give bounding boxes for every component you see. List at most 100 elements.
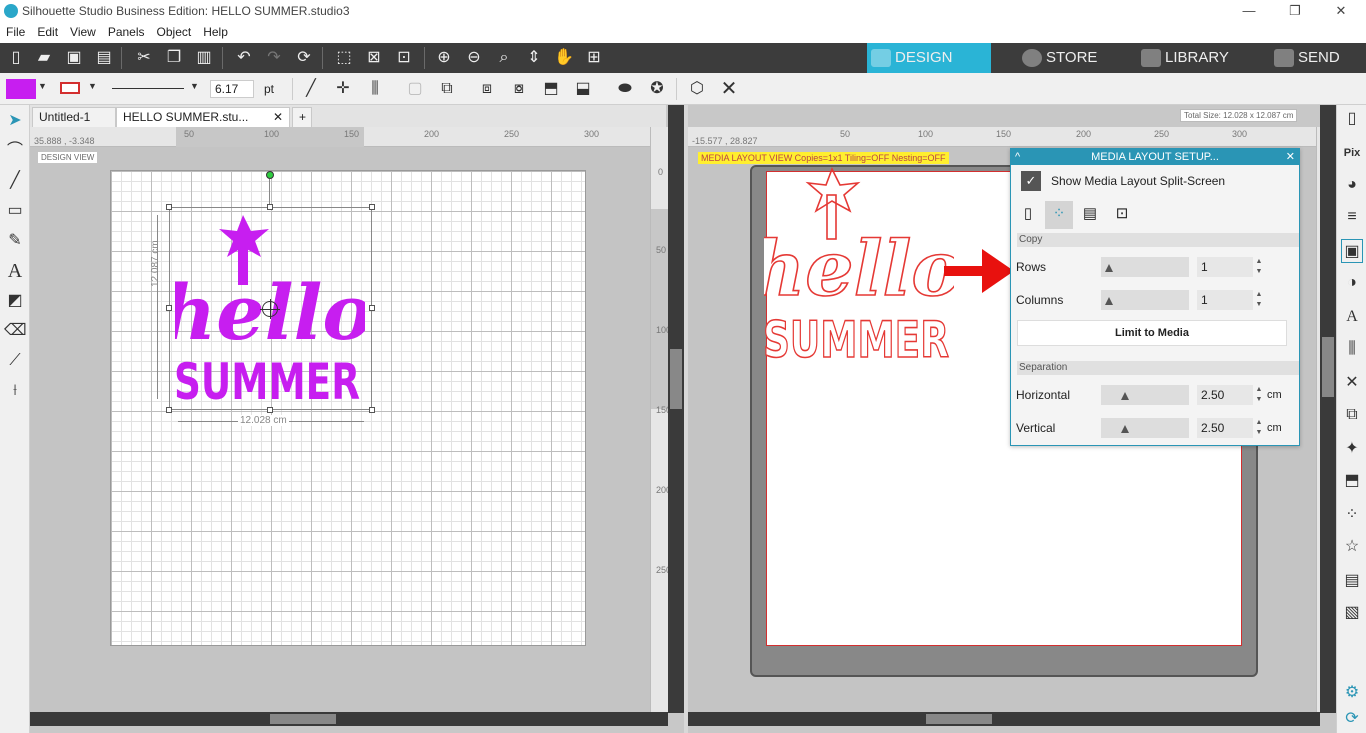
resize-handle-t[interactable] bbox=[267, 204, 273, 210]
menu-file[interactable]: File bbox=[0, 23, 31, 39]
trace-dots-icon[interactable]: ⁘ bbox=[1341, 503, 1363, 527]
text-tool-icon[interactable]: A bbox=[4, 259, 26, 283]
hello-summer-artwork-media[interactable]: hello SUMMER bbox=[764, 167, 954, 363]
zoom-select-icon[interactable]: ⌕ bbox=[492, 47, 516, 69]
weld-icon[interactable]: ⬬ bbox=[614, 78, 636, 100]
pan-hand-icon[interactable]: ✋ bbox=[552, 47, 576, 69]
fill-color-dropdown-icon[interactable]: ▼ bbox=[38, 81, 47, 91]
columns-input[interactable]: 1 bbox=[1197, 290, 1253, 310]
save-icon[interactable]: ▣ bbox=[62, 47, 86, 69]
media-layout-icon[interactable]: ▣ bbox=[1341, 239, 1363, 263]
menu-edit[interactable]: Edit bbox=[31, 23, 64, 39]
design-horizontal-scrollbar[interactable] bbox=[30, 712, 668, 726]
tiling-tab-icon[interactable]: ⊡ bbox=[1111, 203, 1133, 225]
close-window-button[interactable]: ✕ bbox=[1318, 0, 1364, 23]
redo-icon[interactable]: ↷ bbox=[262, 47, 286, 69]
compound-path-icon[interactable]: ⬒ bbox=[540, 78, 562, 100]
nav-library-button[interactable]: LIBRARY bbox=[1137, 43, 1257, 73]
columns-slider-knob[interactable] bbox=[1105, 297, 1113, 305]
vertical-input[interactable]: 2.50 bbox=[1197, 418, 1253, 438]
menu-object[interactable]: Object bbox=[151, 23, 198, 39]
columns-stepper[interactable]: ▲ ▼ bbox=[1255, 290, 1263, 310]
columns-slider[interactable] bbox=[1101, 290, 1189, 310]
zoom-in-icon[interactable]: ⊕ bbox=[432, 47, 456, 69]
rotate-handle[interactable] bbox=[266, 171, 274, 179]
line-style-preview[interactable] bbox=[112, 88, 184, 89]
vertical-slider[interactable] bbox=[1101, 418, 1189, 438]
pencil-icon[interactable]: ✎ bbox=[4, 229, 26, 253]
new-document-icon[interactable]: ▯ bbox=[4, 47, 28, 69]
menu-help[interactable]: Help bbox=[197, 23, 234, 39]
fit-to-page-icon[interactable]: ⊞ bbox=[582, 47, 606, 69]
replicate-icon[interactable]: ⧉ bbox=[436, 78, 458, 100]
minimize-button[interactable]: — bbox=[1226, 0, 1272, 23]
collapse-chevron-icon[interactable]: ^ bbox=[1015, 149, 1020, 165]
sync-icon[interactable]: ⟳ bbox=[1341, 707, 1363, 731]
replicate-panel-icon[interactable]: ⧉ bbox=[1341, 403, 1363, 427]
line-color-swatch[interactable] bbox=[60, 82, 80, 94]
color-palette-icon[interactable]: ◕ bbox=[1341, 173, 1363, 197]
favorite-outline-star-icon[interactable]: ☆ bbox=[1341, 535, 1363, 559]
nesting-tab-icon[interactable]: ▤ bbox=[1079, 203, 1101, 225]
resize-handle-l[interactable] bbox=[166, 305, 172, 311]
resize-handle-b[interactable] bbox=[267, 407, 273, 413]
line-style-icon[interactable]: ≡ bbox=[1341, 205, 1363, 229]
paste-icon[interactable]: ▥ bbox=[192, 47, 216, 69]
release-compound-icon[interactable]: ⬓ bbox=[572, 78, 594, 100]
menu-view[interactable]: View bbox=[64, 23, 102, 39]
print-icon[interactable]: ▤ bbox=[92, 47, 116, 69]
design-vertical-scrollbar[interactable] bbox=[668, 105, 684, 713]
ungroup-icon[interactable]: ⧇ bbox=[508, 78, 530, 100]
horizontal-slider-knob[interactable] bbox=[1121, 392, 1129, 400]
contrast-icon[interactable]: ◑ bbox=[1341, 271, 1363, 295]
move-icon[interactable]: ✛ bbox=[332, 78, 354, 100]
fill-tool-icon[interactable]: ◩ bbox=[4, 289, 26, 313]
resize-handle-br[interactable] bbox=[369, 407, 375, 413]
media-horizontal-scrollbar[interactable] bbox=[688, 712, 1320, 726]
design-view-pane[interactable]: 35.888 , -3.348 50 100 150 200 250 300 0… bbox=[30, 127, 668, 712]
resize-handle-tl[interactable] bbox=[166, 204, 172, 210]
media-tab-icon[interactable]: ▯ bbox=[1017, 203, 1039, 225]
media-vertical-scrollbar[interactable] bbox=[1320, 105, 1336, 713]
settings-gear-icon[interactable]: ⚙ bbox=[1341, 681, 1363, 705]
undo-icon[interactable]: ↶ bbox=[232, 47, 256, 69]
rows-slider[interactable] bbox=[1101, 257, 1189, 277]
drag-zoom-icon[interactable]: ⇕ bbox=[522, 47, 546, 69]
resize-handle-tr[interactable] bbox=[369, 204, 375, 210]
eraser-icon[interactable]: ⌫ bbox=[4, 319, 27, 343]
point-edit-icon[interactable]: ⌒ bbox=[4, 139, 26, 163]
text-style-icon[interactable]: A bbox=[1341, 305, 1363, 329]
nav-store-button[interactable]: STORE bbox=[1018, 43, 1128, 73]
fill-color-swatch[interactable] bbox=[6, 79, 36, 99]
rectangle-icon[interactable]: ▭ bbox=[4, 199, 26, 223]
line-color-dropdown-icon[interactable]: ▼ bbox=[88, 81, 97, 91]
redraw-icon[interactable]: ⟳ bbox=[292, 47, 316, 69]
select-arrow-icon[interactable]: ➤ bbox=[4, 109, 26, 133]
offset-icon[interactable]: ⬒ bbox=[1341, 469, 1363, 493]
line-tool-icon[interactable]: ╱ bbox=[300, 78, 322, 100]
nav-send-button[interactable]: SEND bbox=[1270, 43, 1366, 73]
cut-icon[interactable]: ✂ bbox=[132, 47, 156, 69]
group-icon[interactable]: ⧈ bbox=[476, 78, 498, 100]
limit-to-media-button[interactable]: Limit to Media bbox=[1017, 320, 1287, 346]
resize-handle-r[interactable] bbox=[369, 305, 375, 311]
rows-input[interactable]: 1 bbox=[1197, 257, 1253, 277]
select-by-color-icon[interactable]: ⊡ bbox=[392, 47, 416, 69]
tab-hello-summer[interactable]: HELLO SUMMER.stu... ✕ bbox=[116, 107, 290, 127]
line-style-dropdown-icon[interactable]: ▼ bbox=[190, 81, 199, 91]
modify-star-icon[interactable]: ✦ bbox=[1341, 437, 1363, 461]
tab-untitled[interactable]: Untitled-1 bbox=[32, 107, 116, 127]
zoom-out-icon[interactable]: ⊖ bbox=[462, 47, 486, 69]
3d-box-icon[interactable]: ⬡ bbox=[686, 78, 708, 100]
nav-design-button[interactable]: DESIGN bbox=[867, 43, 991, 73]
line-draw-icon[interactable]: ╱ bbox=[4, 169, 26, 193]
align-panel-icon[interactable]: ⫼ bbox=[1341, 337, 1363, 361]
tab-add-button[interactable]: + bbox=[292, 107, 312, 127]
library-panel-icon[interactable]: ▤ bbox=[1341, 569, 1363, 593]
deselect-icon[interactable]: ⊠ bbox=[362, 47, 386, 69]
copy-icon[interactable]: ❐ bbox=[162, 47, 186, 69]
maximize-button[interactable]: ❐ bbox=[1272, 0, 1318, 23]
copies-tab-icon[interactable]: ⁘ bbox=[1045, 201, 1073, 229]
horizontal-stepper[interactable]: ▲ ▼ bbox=[1255, 385, 1263, 405]
resize-handle-bl[interactable] bbox=[166, 407, 172, 413]
